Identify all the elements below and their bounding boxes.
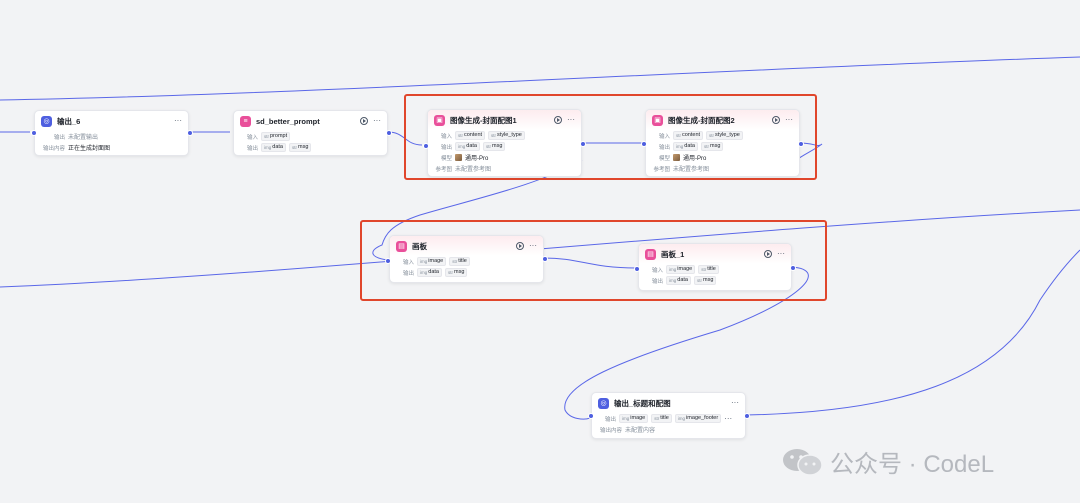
content-label: 输出内容 bbox=[599, 427, 622, 434]
more-icon[interactable]: ··· bbox=[373, 117, 381, 125]
more-icon[interactable]: ··· bbox=[731, 399, 739, 407]
output-node-icon: ◎ bbox=[598, 397, 609, 409]
node-title: 输出_标题和配图 bbox=[614, 398, 671, 408]
output-port[interactable] bbox=[798, 141, 804, 147]
param-tag: str style_type bbox=[706, 131, 743, 140]
node-title: sd_better_prompt bbox=[256, 116, 320, 126]
content-value: 未配置内容 bbox=[625, 428, 656, 434]
more-icon[interactable]: ··· bbox=[785, 116, 793, 124]
node-image-gen-1[interactable]: ▣ 图像生成-封面配图1 ··· 输入 str content str style_… bbox=[427, 109, 582, 177]
output-port[interactable] bbox=[542, 256, 548, 262]
ref-value: 未配置参考图 bbox=[455, 167, 492, 173]
more-icon[interactable]: ··· bbox=[567, 116, 575, 124]
model-label: 模型 bbox=[658, 155, 670, 162]
param-tag: str title bbox=[651, 414, 672, 423]
param-tag: img data bbox=[666, 276, 691, 285]
node-sd-better-prompt[interactable]: ≡ sd_better_prompt ··· 输入 str prompt 输出 i… bbox=[233, 110, 388, 156]
input-label: 输入 bbox=[402, 259, 414, 266]
image-node-icon: ▣ bbox=[434, 114, 445, 126]
row-value: 未配置输出 bbox=[68, 135, 99, 141]
image-node-icon: ▣ bbox=[652, 114, 663, 126]
input-port[interactable] bbox=[385, 258, 391, 264]
prompt-node-icon: ≡ bbox=[240, 115, 251, 127]
param-tag: str content bbox=[455, 131, 486, 140]
node-title: 输出_6 bbox=[57, 116, 81, 126]
node-title: 图像生成-封面配图1 bbox=[450, 115, 517, 125]
model-value: 通用-Pro bbox=[465, 156, 489, 162]
row-label: 输出内容 bbox=[42, 145, 65, 152]
param-tag: str prompt bbox=[261, 132, 291, 141]
input-port[interactable] bbox=[634, 266, 640, 272]
more-icon[interactable]: ··· bbox=[529, 242, 537, 250]
param-tag: str msg bbox=[444, 268, 468, 277]
run-icon[interactable] bbox=[554, 116, 562, 124]
node-board[interactable]: ▤ 画板 ··· 输入 img image str title 输出 img data… bbox=[389, 235, 544, 283]
input-label: 输入 bbox=[651, 267, 663, 274]
model-label: 模型 bbox=[440, 155, 452, 162]
run-icon[interactable] bbox=[516, 242, 524, 250]
run-icon[interactable] bbox=[772, 116, 780, 124]
param-tag: img data bbox=[417, 268, 442, 277]
param-tag: str msg bbox=[693, 276, 717, 285]
ref-value: 未配置参考图 bbox=[673, 167, 710, 173]
node-title: 画板_1 bbox=[661, 249, 685, 259]
board-node-icon: ▤ bbox=[396, 240, 407, 252]
model-value: 通用-Pro bbox=[683, 156, 707, 162]
param-tag: img image bbox=[417, 257, 447, 266]
model-thumbnail bbox=[673, 154, 680, 161]
input-port[interactable] bbox=[423, 143, 429, 149]
row-value: 正在生成封面图 bbox=[68, 146, 111, 152]
output-port[interactable] bbox=[386, 130, 392, 136]
output-port[interactable] bbox=[580, 141, 586, 147]
board-node-icon: ▤ bbox=[645, 248, 656, 260]
output-port[interactable] bbox=[187, 130, 193, 136]
param-tag: img data bbox=[455, 142, 480, 151]
node-board-1[interactable]: ▤ 画板_1 ··· 输入 img image str title 输出 img da… bbox=[638, 243, 792, 291]
input-port[interactable] bbox=[588, 413, 594, 419]
param-tag: str content bbox=[673, 131, 704, 140]
model-thumbnail bbox=[455, 154, 462, 161]
param-tag: img image bbox=[619, 414, 649, 423]
input-port[interactable] bbox=[31, 130, 37, 136]
node-image-gen-2[interactable]: ▣ 图像生成-封面配图2 ··· 输入 str content str style_… bbox=[645, 109, 800, 177]
output-label: 输出 bbox=[651, 278, 663, 285]
output-label: 输出 bbox=[402, 270, 414, 277]
more-icon[interactable]: ··· bbox=[174, 117, 182, 125]
run-icon[interactable] bbox=[764, 250, 772, 258]
node-output-title-image[interactable]: ◎ 输出_标题和配图 ··· 输出 img image str title img i… bbox=[591, 392, 746, 439]
ref-label: 参考图 bbox=[653, 166, 670, 173]
more-params-icon[interactable]: ··· bbox=[724, 414, 732, 423]
input-label: 输入 bbox=[246, 134, 258, 141]
output-label: 输出 bbox=[658, 144, 670, 151]
node-output-6[interactable]: ◎ 输出_6 ··· 输出 未配置输出 输出内容 正在生成封面图 bbox=[34, 110, 189, 156]
param-tag: str title bbox=[698, 265, 719, 274]
param-tag: str title bbox=[449, 257, 470, 266]
output-port[interactable] bbox=[790, 265, 796, 271]
run-icon[interactable] bbox=[360, 117, 368, 125]
ref-label: 参考图 bbox=[435, 166, 452, 173]
output-node-icon: ◎ bbox=[41, 115, 52, 127]
param-tag: img image_footer bbox=[674, 414, 722, 423]
output-port[interactable] bbox=[744, 413, 750, 419]
param-tag: str msg bbox=[700, 142, 724, 151]
row-label: 输出 bbox=[53, 134, 65, 141]
input-label: 输入 bbox=[440, 133, 452, 140]
param-tag: str msg bbox=[288, 143, 312, 152]
output-label: 输出 bbox=[604, 416, 616, 423]
node-title: 画板 bbox=[412, 241, 427, 251]
output-label: 输出 bbox=[246, 145, 258, 152]
wechat-icon bbox=[783, 448, 823, 476]
more-icon[interactable]: ··· bbox=[777, 250, 785, 258]
input-label: 输入 bbox=[658, 133, 670, 140]
watermark: 公众号 · CodeL bbox=[782, 444, 994, 479]
param-tag: img data bbox=[261, 143, 286, 152]
param-tag: img image bbox=[666, 265, 696, 274]
param-tag: str msg bbox=[482, 142, 506, 151]
param-tag: img data bbox=[673, 142, 698, 151]
param-tag: str style_type bbox=[488, 131, 525, 140]
input-port[interactable] bbox=[641, 141, 647, 147]
node-title: 图像生成-封面配图2 bbox=[668, 115, 735, 125]
watermark-text: 公众号 · CodeL bbox=[830, 451, 995, 478]
output-label: 输出 bbox=[440, 144, 452, 151]
